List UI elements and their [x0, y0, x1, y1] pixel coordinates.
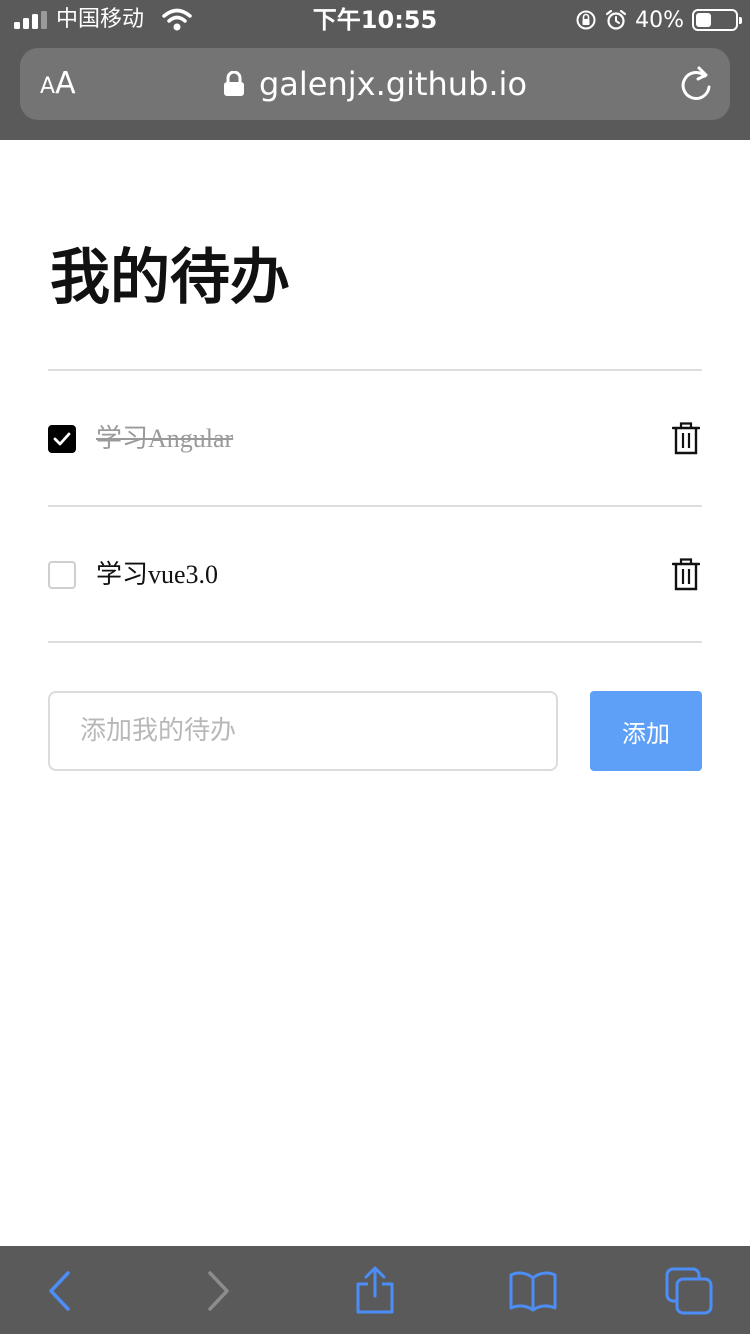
bookmarks-icon[interactable]	[508, 1266, 558, 1316]
add-todo-row: 添加	[48, 691, 702, 771]
todo-item: 学习vue3.0	[48, 507, 702, 643]
battery-level-fill	[696, 13, 712, 27]
url-text: galenjx.github.io	[258, 65, 528, 103]
add-todo-input[interactable]	[48, 691, 558, 771]
url-display[interactable]: galenjx.github.io	[20, 64, 730, 104]
todo-list: 学习Angular 学习vue3.0	[48, 369, 702, 643]
share-icon[interactable]	[350, 1266, 400, 1316]
todo-checkbox-checked[interactable]	[48, 425, 76, 453]
alarm-icon	[605, 9, 627, 30]
todo-text: 学习vue3.0	[96, 560, 219, 589]
check-icon	[53, 432, 71, 446]
page-title: 我的待办	[50, 243, 290, 313]
lock-icon	[223, 71, 244, 96]
todo-item: 学习Angular	[48, 371, 702, 507]
reload-icon[interactable]	[678, 64, 714, 104]
orientation-lock-icon	[576, 10, 596, 30]
trash-icon[interactable]	[672, 421, 700, 455]
status-indicators: 40%	[575, 5, 742, 35]
todo-text: 学习Angular	[96, 424, 234, 453]
trash-icon[interactable]	[672, 557, 700, 591]
back-arrow-icon[interactable]	[36, 1266, 86, 1316]
forward-arrow-icon[interactable]	[192, 1266, 242, 1316]
browser-chrome-top: 中国移动 下午10:55 40% AA galenjx.github.io	[0, 0, 750, 140]
todo-checkbox[interactable]	[48, 561, 76, 589]
add-todo-button[interactable]: 添加	[590, 691, 702, 771]
tabs-icon[interactable]	[664, 1266, 714, 1316]
status-bar: 中国移动 下午10:55 40%	[0, 0, 750, 40]
battery-percentage: 40%	[635, 7, 684, 33]
browser-toolbar	[0, 1246, 750, 1334]
battery-icon	[692, 9, 742, 31]
address-bar[interactable]: AA galenjx.github.io	[20, 48, 730, 120]
